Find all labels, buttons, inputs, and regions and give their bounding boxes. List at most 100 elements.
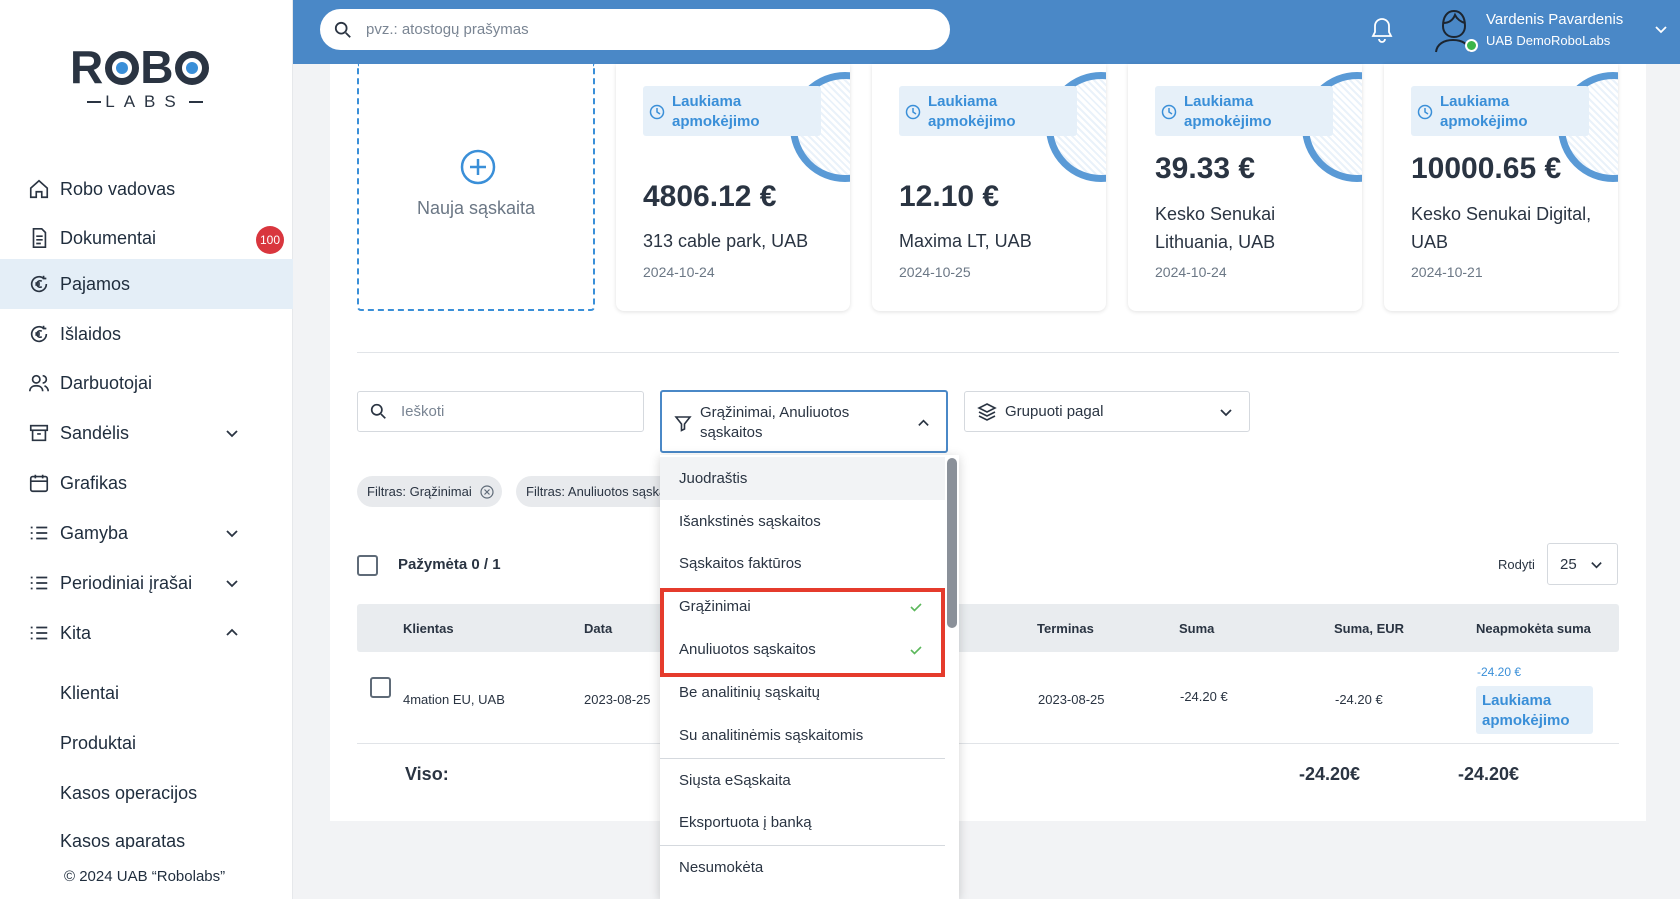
sidebar-subitem-klientai[interactable]: Klientai [60,683,119,704]
group-by-select[interactable]: Grupuoti pagal [964,391,1250,432]
invoice-client: 313 cable park, UAB [643,231,809,251]
sidebar-item-islaidos[interactable]: Išlaidos [0,309,293,359]
clock-icon [1417,104,1433,120]
invoice-date: 2024-10-25 [899,264,971,280]
invoice-card[interactable]: Laukiama apmokėjimo 39.33 € Kesko Senuka… [1128,64,1362,311]
filter-option-eksportuota[interactable]: Eksportuota į banką [660,801,945,844]
bell-icon[interactable] [1370,16,1394,44]
plus-circle-icon [460,149,496,185]
home-icon [29,179,49,199]
layers-icon [977,402,997,421]
sidebar-item-pajamos[interactable]: Pajamos [0,259,293,309]
sidebar-subitem-produktai[interactable]: Produktai [60,733,136,754]
document-icon [32,228,47,248]
filter-icon [674,416,692,432]
chevron-down-icon [226,430,238,438]
group-by-placeholder: Grupuoti pagal [1005,403,1104,420]
sidebar-item-label: Dokumentai [60,227,157,248]
filter-option-label: Be analitinių sąskaitų [679,684,820,701]
invoice-search-input[interactable]: Ieškoti [357,391,644,432]
row-sum-eur: -24.20 € [1335,692,1383,707]
chevron-down-icon [1220,409,1232,417]
new-invoice-card[interactable]: Nauja sąskaita [357,64,595,311]
sidebar-item-label: Periodiniai įrašai [60,572,193,593]
column-header-sum[interactable]: Suma [1179,621,1214,636]
page-size-label: Rodyti [1498,557,1535,572]
column-header-unpaid[interactable]: Neapmokėta suma [1476,621,1591,636]
clock-icon [905,104,921,120]
filter-option-siusta-esaskaita[interactable]: Siųsta eSąskaita [660,759,945,802]
filter-select[interactable]: Grąžinimai, Anuliuotos sąskaitos [660,390,948,453]
row-client[interactable]: 4mation EU, UAB [403,692,505,707]
status-badge: Laukiama apmokėjimo [643,86,821,136]
column-header-date[interactable]: Data [584,621,612,636]
sidebar-subitem-kasos-operacijos[interactable]: Kasos operacijos [60,783,197,804]
sidebar-item-kita[interactable]: Kita [0,608,293,658]
filter-option-be-analitiniu[interactable]: Be analitinių sąskaitų [660,671,945,714]
row-unpaid: -24.20 € [1477,665,1522,679]
sidebar-item-darbuotojai[interactable]: Darbuotojai [0,358,293,408]
total-sum-eur: -24.20€ [1299,764,1361,784]
chevron-down-icon [226,530,238,538]
filter-option-isankstines[interactable]: Išankstinės sąskaitos [660,500,945,543]
sidebar-item-label: Gamyba [60,522,129,543]
row-checkbox[interactable] [370,677,391,698]
filter-option-label: Nesumokėta [679,859,764,876]
sidebar-subitem-kasos-aparatas[interactable]: Kasos aparatas [60,831,185,849]
total-label: Viso: [405,764,449,784]
list-icon [30,526,48,540]
calendar-icon [29,474,49,493]
sidebar-item-label: Sandėlis [60,422,130,443]
users-icon [29,374,49,392]
sidebar-item-label: Darbuotojai [60,372,153,393]
row-term: 2023-08-25 [1038,692,1105,707]
filter-dropdown-menu: Juodraštis Išankstinės sąskaitos Sąskait… [660,455,959,899]
sidebar-item-grafikas[interactable]: Grafikas [0,458,293,508]
user-company[interactable]: UAB DemoRoboLabs [1486,33,1610,48]
page-size-select[interactable]: 25 [1547,543,1618,585]
column-header-sum-eur[interactable]: Suma, EUR [1334,621,1404,636]
invoice-client: Kesko Senukai Lithuania, UAB [1155,204,1276,252]
filter-chip[interactable]: Filtras: Grąžinimai [357,476,502,507]
sidebar-item-sandelis[interactable]: Sandėlis [0,408,293,458]
list-icon [30,626,48,640]
status-badge: Laukiama apmokėjimo [1155,86,1333,136]
filter-option-label: Juodraštis [679,470,748,487]
filter-option-saskaitos-fakturos[interactable]: Sąskaitos faktūros [660,542,945,585]
invoice-date: 2024-10-24 [1155,264,1227,280]
divider [357,743,1619,744]
user-name[interactable]: Vardenis Pavardenis [1486,11,1623,28]
invoice-date: 2024-10-21 [1411,264,1483,280]
sidebar-item-robo-vadovas[interactable]: Robo vadovas [0,164,293,214]
chevron-down-icon[interactable] [1654,22,1668,36]
select-all-checkbox[interactable] [357,555,378,576]
archive-icon [29,424,49,442]
invoice-card[interactable]: Laukiama apmokėjimo 10000.65 € Kesko Sen… [1384,64,1618,311]
filter-option-su-analitinemis[interactable]: Su analitinėmis sąskaitomis [660,714,945,757]
scrollbar[interactable] [947,458,957,628]
total-unpaid: -24.20€ [1458,764,1520,784]
sidebar: RB LABS Robo vadovas Dokumentai 100 Paja… [0,0,293,899]
filter-option-nesumoketa[interactable]: Nesumokėta [660,846,945,889]
robolabs-logo[interactable]: RB LABS [70,44,220,114]
close-circle-icon[interactable] [480,484,494,499]
notification-badge: 100 [256,226,284,254]
sidebar-item-dokumentai[interactable]: Dokumentai 100 [0,213,293,263]
sidebar-item-label: Pajamos [60,273,131,294]
filter-option-label: Išankstinės sąskaitos [679,513,821,530]
chevron-up-icon [918,419,929,426]
invoice-amount: 39.33 € [1155,152,1256,185]
invoice-date: 2024-10-24 [643,264,715,280]
global-search-input[interactable]: pvz.: atostogų prašymas [320,9,950,50]
column-header-term[interactable]: Terminas [1037,621,1094,636]
invoice-card[interactable]: Laukiama apmokėjimo 12.10 € Maxima LT, U… [872,64,1106,311]
invoice-card[interactable]: Laukiama apmokėjimo 4806.12 € 313 cable … [616,64,850,311]
filter-option-label: Sąskaitos faktūros [679,555,802,572]
column-header-client[interactable]: Klientas [403,621,454,636]
sidebar-item-periodiniai-irasai[interactable]: Periodiniai įrašai [0,558,293,608]
sidebar-item-label: Išlaidos [60,323,122,344]
filter-option-juodrastis[interactable]: Juodraštis [660,457,945,500]
filter-option-label: Su analitinėmis sąskaitomis [679,727,864,744]
sidebar-item-gamyba[interactable]: Gamyba [0,508,293,558]
chevron-down-icon [226,580,238,588]
